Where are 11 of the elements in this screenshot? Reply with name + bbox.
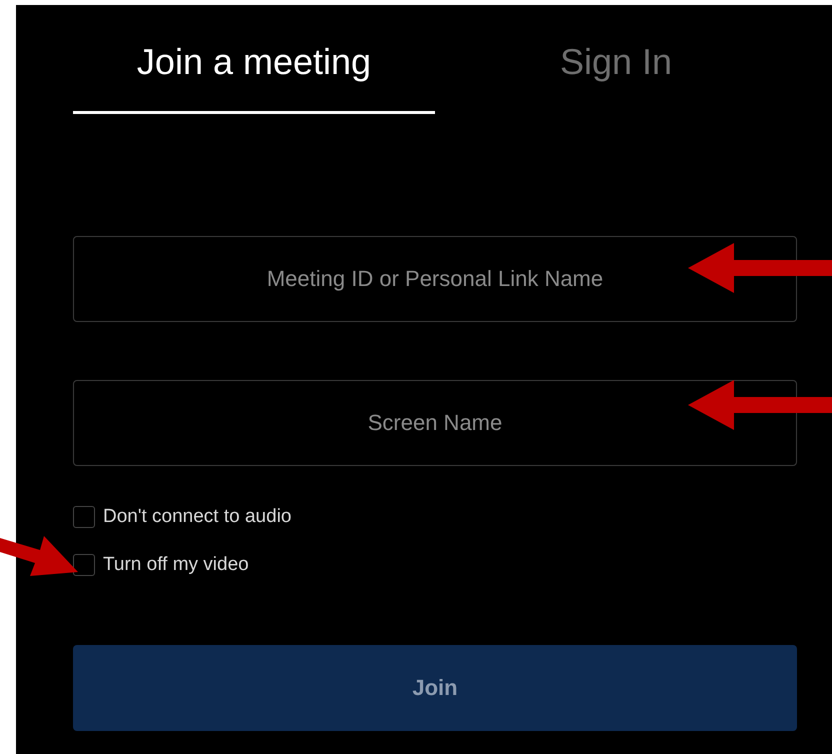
checkbox-label: Don't connect to audio [103,506,292,528]
join-button[interactable]: Join [73,645,797,731]
arrow-icon [688,243,832,293]
arrow-icon [688,380,832,430]
input-field[interactable]: Meeting ID or Personal Link Name [73,236,797,322]
checkbox[interactable] [73,506,95,528]
input-field[interactable]: Screen Name [73,380,797,466]
tab[interactable]: Sign In [435,41,797,114]
tab[interactable]: Join a meeting [73,41,435,114]
checkbox-label: Turn off my video [103,554,249,576]
checkbox[interactable] [73,554,95,576]
